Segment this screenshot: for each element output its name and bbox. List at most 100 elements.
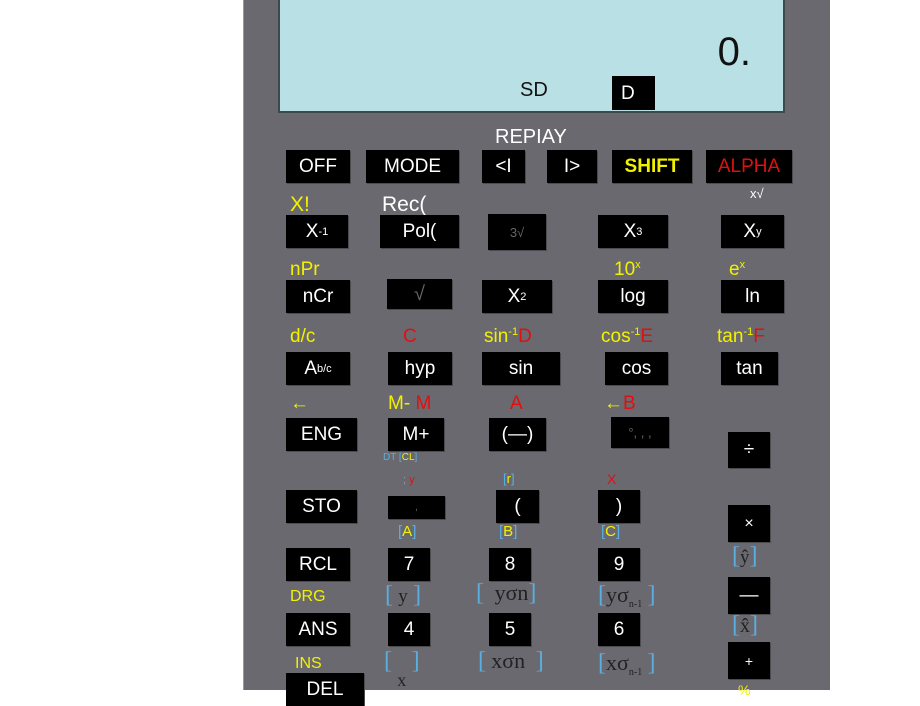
drg-label: DRG	[290, 588, 326, 605]
a-memory-label: [A]	[398, 523, 417, 540]
eight-button[interactable]: 8	[489, 548, 531, 581]
label-text: ŷ	[740, 547, 750, 568]
rcl-button[interactable]: RCL	[286, 548, 350, 581]
plus-button[interactable]: +	[728, 642, 770, 679]
label-text: e	[729, 259, 740, 280]
alpha-letter: y	[409, 474, 415, 486]
multiply-button[interactable]: ×	[728, 505, 770, 542]
b-memory-label: [B]	[499, 523, 518, 540]
right-paren-button[interactable]: )	[598, 490, 640, 523]
cube-button[interactable]: X3	[598, 215, 668, 248]
alpha-letter: B	[623, 393, 636, 414]
six-button[interactable]: 6	[598, 613, 640, 646]
y-sigma-n1-label: [yσn-1 ]	[598, 582, 656, 610]
tan-button[interactable]: tan	[721, 352, 778, 385]
square-button[interactable]: X2	[482, 280, 552, 313]
label-sub: n-1	[628, 667, 643, 678]
log-button[interactable]: log	[598, 280, 668, 313]
four-button[interactable]: 4	[388, 613, 430, 646]
cube-root-button[interactable]: 3√	[488, 214, 546, 250]
mplus-button[interactable]: M+	[388, 418, 444, 451]
ins-label: INS	[295, 655, 322, 672]
replay-label: REPIAY	[495, 126, 567, 148]
fraction-button[interactable]: Ab/c	[286, 352, 350, 385]
negative-button[interactable]: (—)	[489, 418, 546, 451]
five-button[interactable]: 5	[489, 613, 531, 646]
label-text: yσ	[606, 582, 629, 607]
minus-button[interactable]: —	[728, 577, 770, 614]
label-text: x̂	[740, 615, 750, 637]
ans-button[interactable]: ANS	[286, 613, 350, 646]
left-paren-button[interactable]: (	[496, 490, 539, 523]
label-sup: -1	[743, 326, 754, 338]
mminus-m-label: M- M	[388, 393, 431, 415]
sto-button[interactable]: STO	[286, 490, 357, 523]
label-sup: -1	[508, 326, 519, 338]
cursor-left-button[interactable]: <I	[482, 150, 525, 183]
eng-button[interactable]: ENG	[286, 418, 357, 451]
divide-button[interactable]: ÷	[728, 432, 770, 468]
power-button[interactable]: Xy	[721, 215, 784, 248]
label-sup: x	[635, 259, 641, 271]
label-text: tan	[717, 326, 744, 347]
label-text: y	[398, 586, 408, 607]
x-label: X	[607, 471, 617, 487]
x-mean-label: [ x ]	[384, 648, 420, 690]
y-mean-label: [ y ]	[385, 582, 422, 608]
comma-button[interactable]: ,	[388, 496, 445, 519]
label-text: 10	[614, 259, 636, 280]
ten-power-label: 10x	[614, 259, 641, 281]
key-text: X	[305, 220, 319, 242]
alpha-letter: F	[753, 326, 765, 347]
reciprocal-button[interactable]: X -1	[286, 215, 348, 248]
c-memory-label: [C]	[601, 523, 621, 540]
label-text: x	[397, 670, 407, 690]
acos-e-label: cos-1E	[601, 326, 653, 348]
cursor-right-button[interactable]: I>	[547, 150, 597, 183]
label-text: A	[402, 523, 413, 540]
ln-button[interactable]: ln	[721, 280, 784, 313]
label-text: cos	[601, 326, 631, 347]
factorial-label: X!	[290, 193, 310, 216]
display-value: 0.	[717, 30, 751, 74]
nine-button[interactable]: 9	[598, 548, 640, 581]
asin-d-label: sin-1D	[484, 326, 532, 348]
label-text: sin	[484, 326, 509, 347]
ncr-button[interactable]: nCr	[286, 280, 350, 313]
sin-button[interactable]: sin	[482, 352, 560, 385]
seven-button[interactable]: 7	[388, 548, 430, 581]
r-label: [r]	[503, 471, 515, 486]
label-text: B	[503, 523, 514, 540]
x-hat-label: [x̂]	[732, 612, 758, 638]
semi-y-label: ; y	[403, 474, 415, 486]
key-sup: y	[756, 225, 762, 238]
key-sup: b/c	[317, 362, 332, 375]
degrees-button[interactable]: °, , ,	[611, 417, 669, 448]
y-sigma-n-label: [ yσn]	[476, 580, 537, 606]
shift-button[interactable]: SHIFT	[612, 150, 692, 183]
hyp-button[interactable]: hyp	[388, 352, 452, 385]
key-text: X	[623, 220, 637, 242]
a-label: A	[510, 393, 523, 414]
cos-button[interactable]: cos	[605, 352, 668, 385]
label-sup: -1	[630, 326, 641, 338]
mode-indicator: SD	[520, 79, 548, 101]
label-text: ;	[403, 474, 407, 486]
alpha-button[interactable]: ALPHA	[706, 150, 792, 183]
x-sigma-n1-label: [xσn-1 ]	[598, 650, 656, 678]
pol-button[interactable]: Pol(	[380, 215, 459, 248]
key-sup: -1	[318, 225, 329, 238]
npr-label: nPr	[290, 259, 320, 280]
sqrt-button[interactable]: √	[387, 279, 452, 309]
mode-button[interactable]: MODE	[366, 150, 459, 183]
x-sigma-n-label: [ xσn ]	[478, 648, 544, 674]
back-arrow-icon: ←	[604, 393, 623, 414]
angle-indicator: D	[612, 76, 655, 110]
off-button[interactable]: OFF	[286, 150, 350, 183]
label-text: C	[605, 523, 617, 540]
xroot-label: x√	[750, 186, 764, 201]
key-sup: 3	[636, 225, 643, 238]
label-text: xσn	[491, 648, 526, 673]
key-text: X	[743, 220, 757, 242]
back-arrow-icon: ←	[290, 393, 309, 414]
